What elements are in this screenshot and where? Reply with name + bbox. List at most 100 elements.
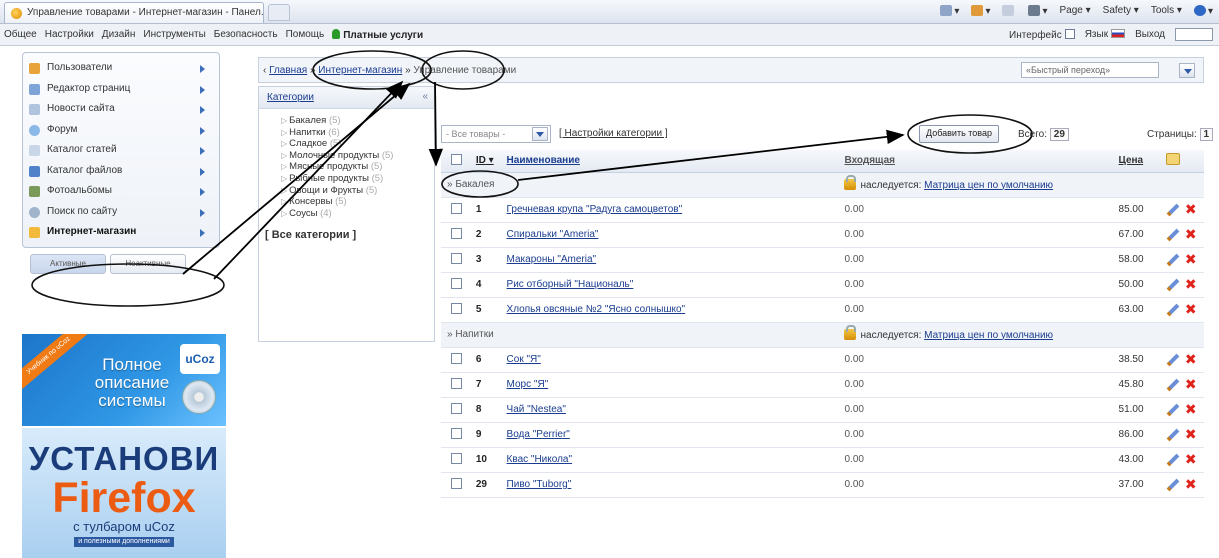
sidebar-item-news[interactable]: Новости сайта xyxy=(23,99,219,120)
delete-x-icon[interactable]: ✖ xyxy=(1185,226,1197,242)
column-incoming[interactable]: Входящая xyxy=(838,150,1113,173)
row-checkbox[interactable] xyxy=(451,302,462,314)
safety-menu[interactable]: Safety ▾ xyxy=(1103,5,1139,17)
category-settings-link[interactable]: [ Настройки категории ] xyxy=(559,128,668,139)
table-row[interactable]: 29 Пиво "Tuborg" 0.00 37.00 ✖ xyxy=(441,472,1204,498)
category-item[interactable]: ▷ Молочные продукты (5) xyxy=(281,150,434,162)
table-row[interactable]: 9 Вода "Perrier" 0.00 86.00 ✖ xyxy=(441,422,1204,448)
delete-x-icon[interactable]: ✖ xyxy=(1185,251,1197,267)
category-item[interactable]: ▷ Бакалея (5) xyxy=(281,115,434,127)
table-row[interactable]: 1 Гречневая крупа "Радуга самоцветов" 0.00… xyxy=(441,197,1204,223)
sidebar-item-files[interactable]: Каталог файлов xyxy=(23,161,219,182)
add-product-button[interactable]: Добавить товар xyxy=(919,125,999,143)
tools-menu[interactable]: Tools ▾ xyxy=(1151,5,1182,17)
logout-field[interactable] xyxy=(1175,28,1213,41)
new-tab-button[interactable] xyxy=(268,4,290,21)
tab-inactive-modules[interactable]: Неактивные xyxy=(110,253,186,274)
table-row[interactable]: 4 Рис отборный "Националь" 0.00 50.00 ✖ xyxy=(441,272,1204,298)
menu-settings[interactable]: Настройки xyxy=(45,29,94,41)
firefox-banner[interactable]: УСТАНОВИ Firefox с тулбаром uCoz и полез… xyxy=(22,428,226,558)
ucoz-manual-banner[interactable]: Учебник по uCoz Полное описание системы … xyxy=(22,334,226,426)
logout-link[interactable]: Выход xyxy=(1135,29,1165,40)
product-name-link[interactable]: Вода "Perrier" xyxy=(507,429,570,440)
delete-x-icon[interactable]: ✖ xyxy=(1185,376,1197,392)
edit-pencil-icon[interactable] xyxy=(1166,453,1180,467)
menu-help[interactable]: Помощь xyxy=(286,29,325,41)
edit-pencil-icon[interactable] xyxy=(1166,403,1180,417)
chevron-down-icon[interactable] xyxy=(1179,63,1195,78)
quick-nav-select[interactable]: «Быстрый переход» xyxy=(1021,62,1159,78)
group-name[interactable]: » Бакалея xyxy=(447,179,494,190)
row-checkbox[interactable] xyxy=(451,277,462,289)
sidebar-item-shop[interactable]: Интернет-магазин xyxy=(23,222,219,243)
product-name-link[interactable]: Рис отборный "Националь" xyxy=(507,279,634,290)
settings-icon[interactable] xyxy=(1165,153,1180,166)
delete-x-icon[interactable]: ✖ xyxy=(1185,426,1197,442)
product-name-link[interactable]: Хлопья овсяные №2 "Ясно солнышко" xyxy=(507,304,686,315)
feeds-icon[interactable]: ▾ xyxy=(971,5,990,17)
edit-pencil-icon[interactable] xyxy=(1166,278,1180,292)
category-item[interactable]: ▷ Овощи и Фрукты (5) xyxy=(281,185,434,197)
category-item[interactable]: ▷ Консервы (5) xyxy=(281,196,434,208)
price-matrix-link[interactable]: Матрица цен по умолчанию xyxy=(924,330,1053,341)
sidebar-item-forum[interactable]: Форум xyxy=(23,120,219,141)
menu-general[interactable]: Общее xyxy=(4,29,37,41)
chevron-down-icon[interactable] xyxy=(532,127,548,141)
browser-tab[interactable]: Управление товарами - Интернет-магазин -… xyxy=(4,2,264,23)
categories-title[interactable]: Категории xyxy=(267,92,314,103)
delete-x-icon[interactable]: ✖ xyxy=(1185,276,1197,292)
category-item[interactable]: ▷ Мясные продукты (5) xyxy=(281,161,434,173)
row-checkbox[interactable] xyxy=(451,402,462,414)
sidebar-item-search[interactable]: Поиск по сайту xyxy=(23,202,219,223)
help-icon[interactable]: ▾ xyxy=(1193,5,1213,17)
column-price[interactable]: Цена xyxy=(1112,150,1160,173)
category-item[interactable]: ▷ Соусы (4) xyxy=(281,208,434,220)
delete-x-icon[interactable]: ✖ xyxy=(1185,351,1197,367)
delete-x-icon[interactable]: ✖ xyxy=(1185,201,1197,217)
edit-pencil-icon[interactable] xyxy=(1166,478,1180,492)
delete-x-icon[interactable]: ✖ xyxy=(1185,476,1197,492)
page-number[interactable]: 1 xyxy=(1199,128,1214,141)
delete-x-icon[interactable]: ✖ xyxy=(1185,451,1197,467)
table-row[interactable]: 5 Хлопья овсяные №2 "Ясно солнышко" 0.00 63… xyxy=(441,297,1204,323)
page-menu[interactable]: Page ▾ xyxy=(1060,5,1091,17)
menu-tools[interactable]: Инструменты xyxy=(143,29,205,41)
row-checkbox[interactable] xyxy=(451,202,462,214)
product-name-link[interactable]: Чай "Nestea" xyxy=(507,404,566,415)
sidebar-item-page-editor[interactable]: Редактор страниц xyxy=(23,79,219,100)
home-icon[interactable]: ▾ xyxy=(940,5,959,17)
interface-checkbox[interactable] xyxy=(1064,28,1075,39)
price-matrix-link[interactable]: Матрица цен по умолчанию xyxy=(924,180,1053,191)
print-icon[interactable]: ▾ xyxy=(1028,5,1048,17)
category-item[interactable]: ▷ Напитки (6) xyxy=(281,127,434,139)
edit-pencil-icon[interactable] xyxy=(1166,203,1180,217)
menu-design[interactable]: Дизайн xyxy=(102,29,136,41)
all-categories-link[interactable]: [ Все категории ] xyxy=(265,229,434,241)
product-name-link[interactable]: Пиво "Tuborg" xyxy=(507,479,572,490)
group-name[interactable]: » Напитки xyxy=(447,329,494,340)
product-name-link[interactable]: Морс "Я" xyxy=(507,379,549,390)
row-checkbox[interactable] xyxy=(451,477,462,489)
column-name[interactable]: Наименование xyxy=(500,150,839,173)
product-name-link[interactable]: Квас "Никола" xyxy=(507,454,573,465)
table-row[interactable]: 3 Макароны "Ameria" 0.00 58.00 ✖ xyxy=(441,247,1204,273)
delete-x-icon[interactable]: ✖ xyxy=(1185,401,1197,417)
table-row[interactable]: 10 Квас "Никола" 0.00 43.00 ✖ xyxy=(441,447,1204,473)
table-row[interactable]: 6 Сок "Я" 0.00 38.50 ✖ xyxy=(441,347,1204,373)
sidebar-item-users[interactable]: Пользователи xyxy=(23,58,219,79)
row-checkbox[interactable] xyxy=(451,427,462,439)
select-all-checkbox[interactable] xyxy=(451,153,462,165)
edit-pencil-icon[interactable] xyxy=(1166,228,1180,242)
category-item[interactable]: ▷ Рыбные продукты (5) xyxy=(281,173,434,185)
sidebar-item-photo[interactable]: Фотоальбомы xyxy=(23,181,219,202)
row-checkbox[interactable] xyxy=(451,377,462,389)
table-row[interactable]: 2 Спиральки "Ameria" 0.00 67.00 ✖ xyxy=(441,222,1204,248)
product-name-link[interactable]: Сок "Я" xyxy=(507,354,541,365)
row-checkbox[interactable] xyxy=(451,452,462,464)
product-name-link[interactable]: Макароны "Ameria" xyxy=(507,254,597,265)
edit-pencil-icon[interactable] xyxy=(1166,353,1180,367)
sidebar-item-articles[interactable]: Каталог статей xyxy=(23,140,219,161)
breadcrumb-shop[interactable]: Интернет-магазин xyxy=(318,65,402,76)
menu-paid-services[interactable]: Платные услуги xyxy=(332,29,423,41)
delete-x-icon[interactable]: ✖ xyxy=(1185,301,1197,317)
